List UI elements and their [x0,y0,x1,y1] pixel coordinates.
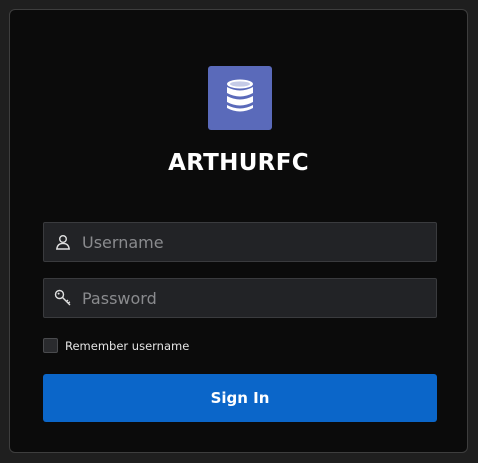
password-input[interactable] [82,280,436,316]
username-input[interactable] [82,224,436,260]
user-icon [44,223,82,261]
remember-username-label: Remember username [65,338,190,353]
database-icon [226,79,254,117]
key-icon [44,279,82,317]
password-field[interactable] [43,278,437,318]
sign-in-button[interactable]: Sign In [43,374,437,422]
remember-username-option[interactable]: Remember username [43,338,189,353]
login-card: ARTHURFC Remember username Sign In [9,9,468,453]
app-title: ARTHURFC [168,150,309,176]
app-logo [208,66,272,130]
username-field[interactable] [43,222,437,262]
remember-username-checkbox[interactable] [43,338,58,353]
